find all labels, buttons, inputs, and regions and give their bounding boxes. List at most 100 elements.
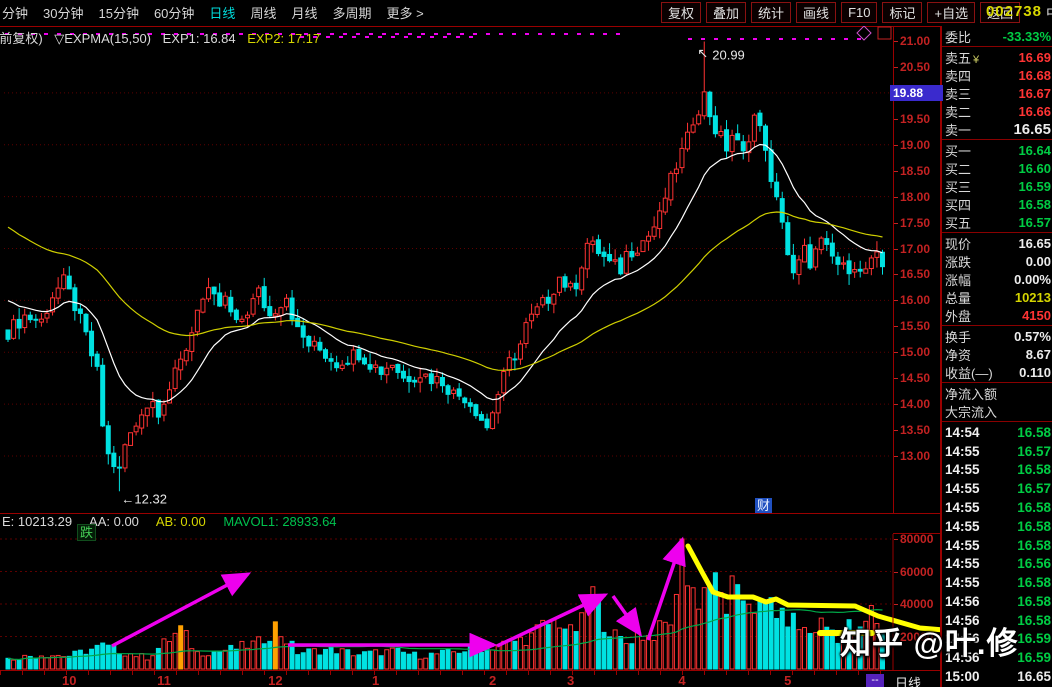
toolbar-button-5[interactable]: 标记 <box>882 2 922 23</box>
info1-row-0-value: 16.65 <box>1018 236 1051 251</box>
tick-row-8: 14:5516.58 <box>942 573 1052 592</box>
adjust-mode-label: (前复权) <box>0 31 43 46</box>
top-toolbar: 分钟 30分钟 15分钟 60分钟日线周线月线多周期更多 > 复权叠加统计画线F10标… <box>0 0 1052 27</box>
toolbar-button-0[interactable]: 复权 <box>661 2 701 23</box>
tab-period-1[interactable]: 30分钟 <box>43 3 83 22</box>
tick-row-0: 14:5416.58 <box>942 423 1052 442</box>
price-tick <box>894 197 898 198</box>
event-marker-down[interactable]: 跌 <box>77 524 96 541</box>
tick-price: 16.58 <box>1017 462 1051 477</box>
tick-price: 16.58 <box>1017 500 1051 515</box>
tick-time: 14:55 <box>945 556 980 571</box>
bid-row-1[interactable]: 买一16.64 <box>942 141 1052 159</box>
price-tick <box>894 352 898 353</box>
bid-section: 买一16.64买二16.60买三16.59买四16.58买五16.57 <box>942 140 1052 233</box>
toolbar-buttons: 复权叠加统计画线F10标记+自选返回 <box>661 2 1020 23</box>
price-axis: 19.88 21.0020.5019.5019.0018.5018.0017.5… <box>894 26 941 513</box>
info1-row-2-label: 涨幅 <box>945 270 971 289</box>
price-tick <box>894 249 898 250</box>
tab-period-6[interactable]: 月线 <box>291 3 317 22</box>
price-tick <box>894 430 898 431</box>
volume-header: E: 10213.29 AA: 0.00 AB: 0.00 MAVOL1: 28… <box>0 514 893 534</box>
tick-time: 14:55 <box>945 444 980 459</box>
ask-row-4-label: 卖四 <box>945 66 971 85</box>
price-axis-label: 13.50 <box>900 423 930 437</box>
price-pane-canvas: ←12.32↖20.99 <box>0 26 893 513</box>
bid-row-4[interactable]: 买四16.58 <box>942 195 1052 213</box>
price-tick <box>894 171 898 172</box>
ask-row-5-label: 卖五¥ <box>945 48 979 67</box>
info2-row-0-label: 换手 <box>945 327 971 346</box>
toolbar-button-6[interactable]: +自选 <box>927 2 975 23</box>
month-label-12: 12 <box>268 673 282 687</box>
tick-price: 16.56 <box>1017 556 1051 571</box>
bid-row-3-value: 16.59 <box>1018 179 1051 194</box>
price-tick <box>894 145 898 146</box>
price-tick <box>894 119 898 120</box>
tab-period-2[interactable]: 15分钟 <box>98 3 138 22</box>
toolbar-button-2[interactable]: 统计 <box>751 2 791 23</box>
volume-chart[interactable] <box>0 534 945 670</box>
ask-row-5[interactable]: 卖五¥ 16.69 <box>942 48 1052 66</box>
tab-period-7[interactable]: 多周期 <box>332 3 371 22</box>
bid-row-5-label: 买五 <box>945 213 971 232</box>
ask-row-5-value: 16.69 <box>1018 50 1051 65</box>
volume-e-value: E: 10213.29 <box>2 514 72 529</box>
tick-price: 16.58 <box>1017 538 1051 553</box>
volume-pane-canvas <box>0 534 945 670</box>
tab-period-4[interactable]: 日线 <box>209 3 235 22</box>
panel-link-0[interactable]: 净流入额 <box>942 384 1052 402</box>
svg-text:↖: ↖ <box>697 46 708 61</box>
tick-row-9: 14:5616.58 <box>942 592 1052 611</box>
toolbar-button-3[interactable]: 画线 <box>796 2 836 23</box>
month-label-3: 3 <box>567 673 574 687</box>
weibi-row-label: 委比 <box>945 27 971 46</box>
tick-price: 16.57 <box>1017 444 1051 459</box>
ask-row-3[interactable]: 卖三16.67 <box>942 84 1052 102</box>
info1-row-3-value: 10213 <box>1015 290 1051 305</box>
info1-row-3: 总量 10213 <box>942 288 1052 306</box>
tick-row-2: 14:55 16.58 <box>942 461 1052 480</box>
tick-time: 14:55 <box>945 575 980 590</box>
toolbar-button-4[interactable]: F10 <box>841 2 877 23</box>
price-axis-label: 14.50 <box>900 371 930 385</box>
ask-row-4[interactable]: 卖四16.68 <box>942 66 1052 84</box>
time-axis: -- 日线 10111212345 <box>0 670 941 687</box>
volume-axis-label: 80000 <box>900 532 933 546</box>
tab-period-0[interactable]: 分钟 <box>2 3 28 22</box>
tab-period-5[interactable]: 周线 <box>250 3 276 22</box>
bid-row-3[interactable]: 买三16.59 <box>942 177 1052 195</box>
info-section-2: 换手0.57%净资8.67收益(—)0.110 <box>942 326 1052 383</box>
bid-row-2[interactable]: 买二16.60 <box>942 159 1052 177</box>
corner-period-label[interactable]: 日线 <box>895 673 921 687</box>
panel-link-1[interactable]: 大宗流入 <box>942 402 1052 420</box>
event-marker-finance[interactable]: 财 <box>755 498 772 513</box>
tab-period-8[interactable]: 更多 > <box>386 3 423 22</box>
info1-row-3-label: 总量 <box>945 288 971 307</box>
month-label-5: 5 <box>784 673 791 687</box>
month-label-11: 11 <box>157 673 171 687</box>
info1-row-2: 涨幅0.00% <box>942 270 1052 288</box>
volume-tick <box>894 572 898 573</box>
mavol1-value: MAVOL1: 28933.64 <box>223 514 336 529</box>
ask-row-1[interactable]: 卖一16.65 <box>942 120 1052 138</box>
tick-price: 16.58 <box>1017 613 1051 628</box>
info1-row-4-value: 4150 <box>1022 308 1051 323</box>
bid-row-5[interactable]: 买五16.57 <box>942 213 1052 231</box>
price-tick <box>894 378 898 379</box>
weibi-row: 委比-33.33% <box>942 27 1052 45</box>
links-section: 净流入额大宗流入 <box>942 383 1052 422</box>
candlestick-chart[interactable]: (前复权) ▽EXPMA(15,50) EXP1: 16.84 EXP2: 17… <box>0 26 894 513</box>
tick-time: 14:55 <box>945 462 980 477</box>
price-axis-label: 15.50 <box>900 319 930 333</box>
corner-indicator[interactable]: -- <box>866 674 884 687</box>
toolbar-button-1[interactable]: 叠加 <box>706 2 746 23</box>
tick-price: 16.59 <box>1017 650 1051 665</box>
stock-app-window: 分钟30分钟15分钟60分钟日线周线月线多周期更多 > 复权叠加统计画线F10标… <box>0 0 1052 687</box>
tick-price: 16.65 <box>1017 669 1051 684</box>
price-axis-label: 14.00 <box>900 397 930 411</box>
price-axis-label: 16.00 <box>900 293 930 307</box>
ask-row-2[interactable]: 卖二16.66 <box>942 102 1052 120</box>
month-label-2: 2 <box>489 673 496 687</box>
tab-period-3[interactable]: 60分钟 <box>154 3 194 22</box>
